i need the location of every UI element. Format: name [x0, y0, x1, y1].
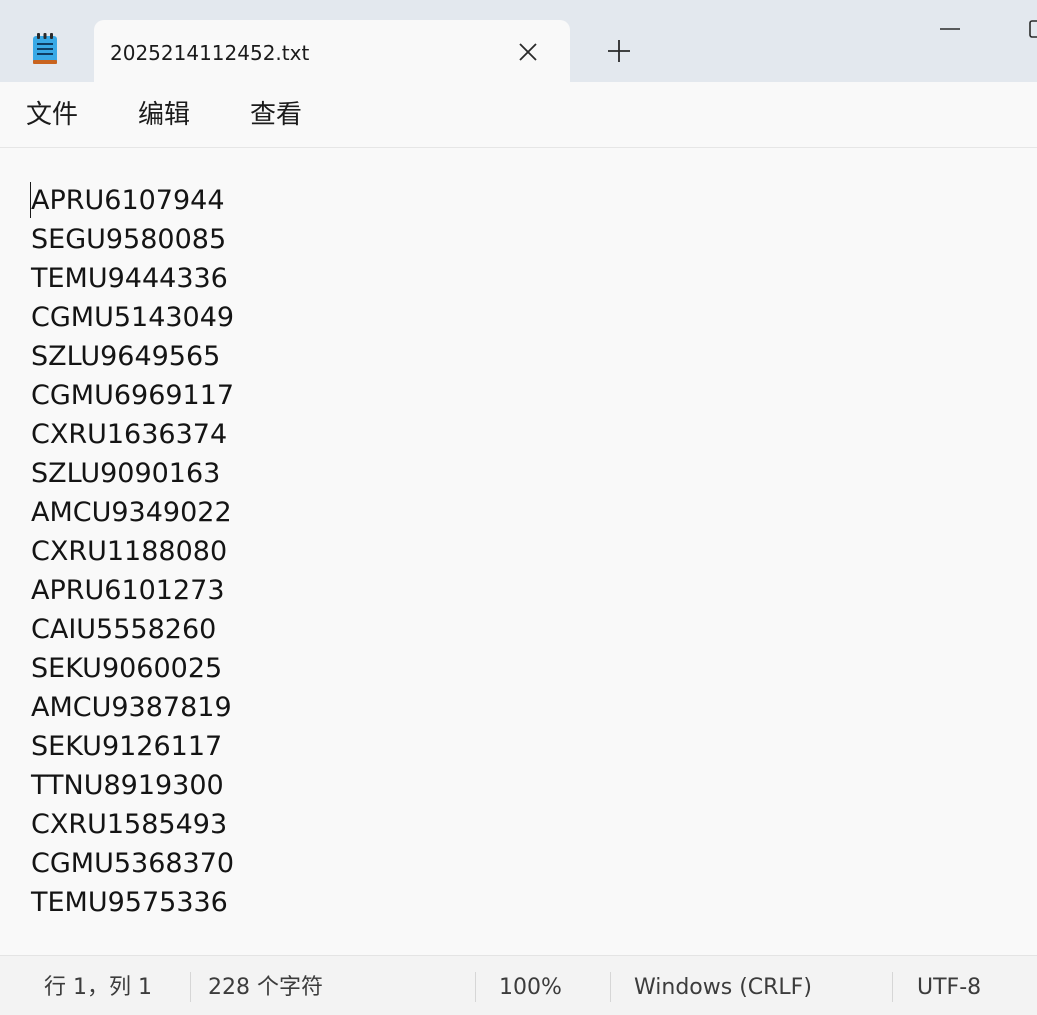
close-icon[interactable] [514, 38, 542, 66]
text-line: TEMU9444336 [31, 263, 228, 294]
plus-icon[interactable] [604, 36, 634, 66]
notepad-window: 2025214112452.txt 文件 编辑 查看 APRU6107944 S… [0, 0, 1037, 1015]
status-divider [892, 972, 893, 1002]
notepad-icon [33, 33, 57, 64]
text-line: APRU6101273 [31, 575, 225, 606]
text-line: SZLU9090163 [31, 458, 221, 489]
text-line: SEGU9580085 [31, 224, 227, 255]
text-line: AMCU9349022 [31, 497, 232, 528]
status-line-ending[interactable]: Windows (CRLF) [634, 956, 812, 1015]
status-char-count: 228 个字符 [208, 975, 323, 1000]
text-line: CAIU5558260 [31, 614, 217, 645]
text-line: SEKU9126117 [31, 731, 223, 762]
status-divider [610, 972, 611, 1002]
text-line: CGMU5368370 [31, 848, 235, 879]
status-bar: 行 1，列 1 228 个字符 100% Windows (CRLF) UTF-… [0, 955, 1037, 1015]
text-line: CXRU1636374 [31, 419, 228, 450]
status-encoding[interactable]: UTF-8 [917, 956, 981, 1015]
status-zoom[interactable]: 100% [499, 956, 562, 1015]
status-divider [190, 972, 191, 1002]
tab-title: 2025214112452.txt [110, 41, 310, 65]
menu-file[interactable]: 文件 [26, 98, 78, 132]
maximize-icon[interactable] [1020, 14, 1037, 44]
menu-view[interactable]: 查看 [250, 98, 302, 132]
menu-bar: 文件 编辑 查看 [0, 82, 1037, 148]
text-line: CXRU1188080 [31, 536, 228, 567]
text-line: AMCU9387819 [31, 692, 232, 723]
text-line: CGMU5143049 [31, 302, 235, 333]
text-line: SEKU9060025 [31, 653, 223, 684]
text-line: TEMU9575336 [31, 887, 228, 918]
tab-document[interactable]: 2025214112452.txt [94, 20, 570, 82]
text-line: TTNU8919300 [31, 770, 224, 801]
menu-edit[interactable]: 编辑 [138, 98, 190, 132]
title-bar: 2025214112452.txt [0, 0, 1037, 82]
text-line: CXRU1585493 [31, 809, 228, 840]
text-content[interactable]: APRU6107944 SEGU9580085 TEMU9444336 CGMU… [31, 181, 234, 922]
text-line: SZLU9649565 [31, 341, 221, 372]
text-line: CGMU6969117 [31, 380, 235, 411]
status-cursor-position: 行 1，列 1 [44, 975, 152, 1000]
status-divider [475, 972, 476, 1002]
text-line: APRU6107944 [31, 185, 225, 216]
minimize-icon[interactable] [930, 14, 970, 44]
